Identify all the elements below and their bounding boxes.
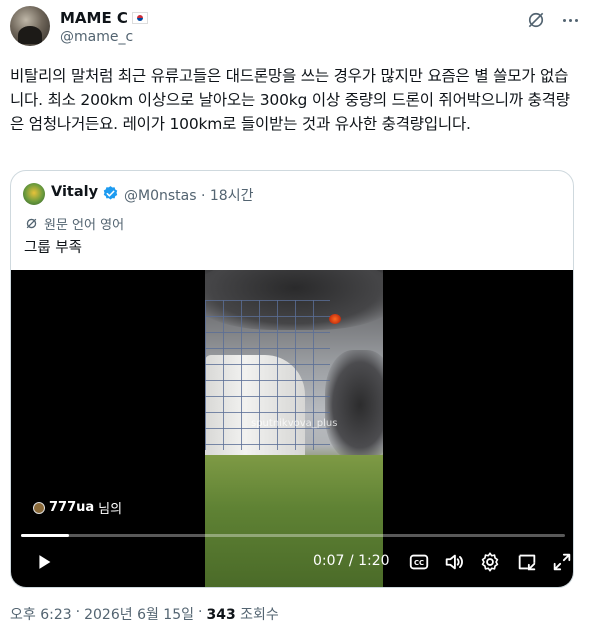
quoted-text: 그룹 부족	[24, 240, 82, 256]
tweet-footer: 오후 6:23 · 2026년 6월 15일 · 343 조회수	[10, 604, 279, 624]
fullscreen-icon[interactable]	[551, 551, 573, 573]
captions-icon[interactable]: CC	[408, 551, 430, 573]
video-progress-fill	[21, 534, 69, 537]
quoted-tweet[interactable]: Vitaly @M0nstas · 18시간 원문 언어 영어 그룹 부족 sp…	[10, 170, 574, 588]
video-player[interactable]: sputnikvova_plus 777ua 님의 0:07 / 1:20 CC	[11, 270, 573, 587]
translation-label: 원문 언어 영어	[44, 218, 125, 233]
author-name-row[interactable]: MAME C	[60, 9, 148, 27]
meta-separator: ·	[200, 188, 206, 204]
video-watermark: sputnikvova_plus	[251, 418, 338, 429]
settings-gear-icon[interactable]	[479, 551, 501, 573]
footer-separator: ·	[75, 604, 81, 620]
grok-icon	[26, 218, 37, 229]
tweet-header: MAME C @mame_c	[10, 6, 583, 50]
author-handle[interactable]: @mame_c	[60, 29, 133, 45]
video-controls: 0:07 / 1:20 CC	[11, 546, 573, 580]
play-icon[interactable]	[33, 551, 55, 573]
credit-avatar	[33, 501, 45, 514]
author-avatar[interactable]	[10, 6, 50, 46]
author-name[interactable]: MAME C	[60, 9, 128, 27]
video-progress-bar[interactable]	[21, 534, 565, 537]
quoted-meta: @M0nstas · 18시간	[124, 185, 253, 205]
quoted-author-handle[interactable]: @M0nstas	[124, 188, 197, 204]
video-credit[interactable]: 777ua 님의	[33, 498, 122, 517]
video-frame: sputnikvova_plus	[205, 270, 383, 587]
video-time: 0:07 / 1:20	[313, 553, 390, 569]
post-date[interactable]: 2026년 6월 15일	[84, 604, 194, 624]
current-time: 0:07	[313, 553, 345, 569]
quoted-author-avatar[interactable]	[23, 183, 45, 205]
view-count[interactable]: 343 조회수	[206, 604, 278, 624]
verified-badge-icon	[103, 186, 118, 200]
south-korea-flag-icon	[131, 12, 148, 24]
quoted-author-name[interactable]: Vitaly	[51, 184, 98, 200]
more-options-icon[interactable]	[558, 8, 582, 32]
footer-separator: ·	[198, 604, 203, 620]
quoted-time[interactable]: 18시간	[210, 188, 254, 204]
credit-suffix: 님의	[98, 502, 123, 517]
total-time: 1:20	[358, 553, 390, 569]
volume-icon[interactable]	[443, 551, 465, 573]
post-time[interactable]: 오후 6:23	[10, 604, 72, 624]
grok-icon[interactable]	[526, 10, 546, 30]
picture-in-picture-icon[interactable]	[516, 551, 538, 573]
translation-note[interactable]: 원문 언어 영어	[25, 214, 124, 233]
view-count-number: 343	[206, 607, 236, 623]
svg-text:CC: CC	[414, 559, 424, 567]
tweet-text: 비탈리의 말처럼 최근 유류고들은 대드론망을 쓰는 경우가 많지만 요즘은 별…	[10, 67, 570, 133]
view-count-label: 조회수	[240, 607, 279, 623]
credit-handle[interactable]: 777ua	[49, 500, 94, 515]
